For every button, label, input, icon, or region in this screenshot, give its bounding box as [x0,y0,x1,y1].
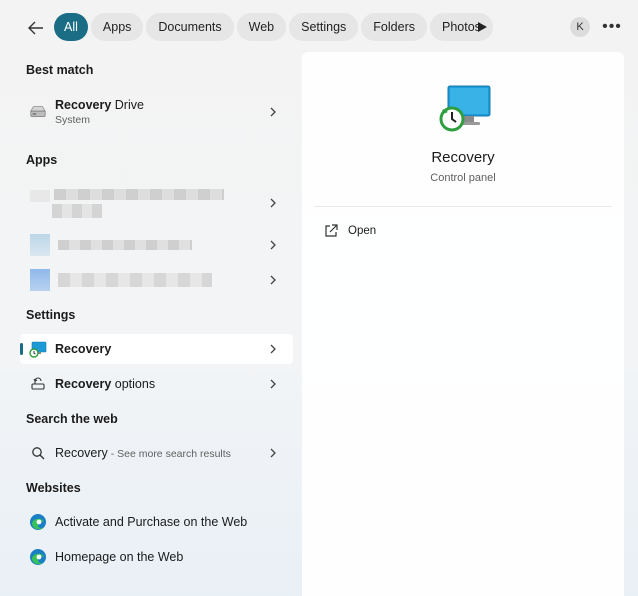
selection-indicator [20,343,23,355]
filter-documents[interactable]: Documents [146,13,234,41]
best-match-subtitle: System [55,114,91,126]
detail-subtitle: Control panel [430,172,496,184]
filter-web[interactable]: Web [236,13,287,41]
recovery-options-icon [29,375,47,393]
recovery-large-icon [438,84,494,137]
edge-icon [29,548,47,566]
website-item-homepage[interactable]: Homepage on the Web [20,542,293,572]
search-web-heading: Search the web [26,412,118,426]
chevron-right-icon [270,240,276,250]
search-icon [29,444,47,462]
detail-divider [314,206,612,207]
filter-settings[interactable]: Settings [289,13,359,41]
chevron-right-icon [270,379,276,389]
apps-heading: Apps [26,153,58,167]
open-action-label: Open [348,225,377,237]
recovery-monitor-icon [29,340,47,358]
settings-item-recovery-label: Recovery [55,342,112,356]
filter-folders[interactable]: Folders [361,13,427,41]
app-result-1[interactable] [20,186,293,220]
app-result-2[interactable] [20,230,293,260]
chevron-right-icon [270,107,276,117]
more-filters-button[interactable] [472,17,492,37]
settings-item-recovery[interactable]: Recovery [20,334,293,364]
account-avatar[interactable]: K [570,17,590,37]
blurred-app-content [30,265,230,295]
blurred-app-content [30,230,230,260]
filter-apps[interactable]: Apps [90,13,144,41]
chevron-right-icon [270,275,276,285]
chevron-right-icon [270,198,276,208]
website-activate-label: Activate and Purchase on the Web [55,515,248,529]
drive-icon [29,103,47,121]
best-match-title-bold: Recovery [55,98,112,112]
web-search-query: Recovery [55,446,108,460]
best-match-title-rest: Drive [111,98,144,112]
web-search-hint: - See more search results [107,448,231,460]
web-search-item[interactable]: Recovery - See more search results [20,438,293,468]
website-item-activate[interactable]: Activate and Purchase on the Web [20,507,293,537]
settings-heading: Settings [26,308,76,322]
chevron-right-icon [270,344,276,354]
settings-item-recovery-options[interactable]: Recovery options [20,369,293,399]
recovery-options-rest: options [111,377,156,391]
best-match-item[interactable]: Recovery Drive System [20,92,293,132]
best-match-heading: Best match [26,63,94,77]
filter-tabs: All Apps Documents Web Settings Folders … [54,13,493,41]
app-result-3[interactable] [20,265,293,295]
open-external-icon [325,224,338,237]
chevron-right-icon [270,448,276,458]
recovery-options-bold: Recovery [55,377,112,391]
ellipsis-icon: ••• [602,18,622,35]
blurred-app-content [30,186,230,220]
website-homepage-label: Homepage on the Web [55,550,184,564]
detail-title: Recovery [431,149,495,166]
open-action[interactable]: Open [318,222,382,240]
play-icon [477,22,487,32]
filter-all[interactable]: All [54,13,88,41]
websites-heading: Websites [26,481,81,495]
back-arrow-icon [28,21,43,35]
back-button[interactable] [22,14,50,42]
more-options-button[interactable]: ••• [600,15,624,39]
edge-icon [29,513,47,531]
